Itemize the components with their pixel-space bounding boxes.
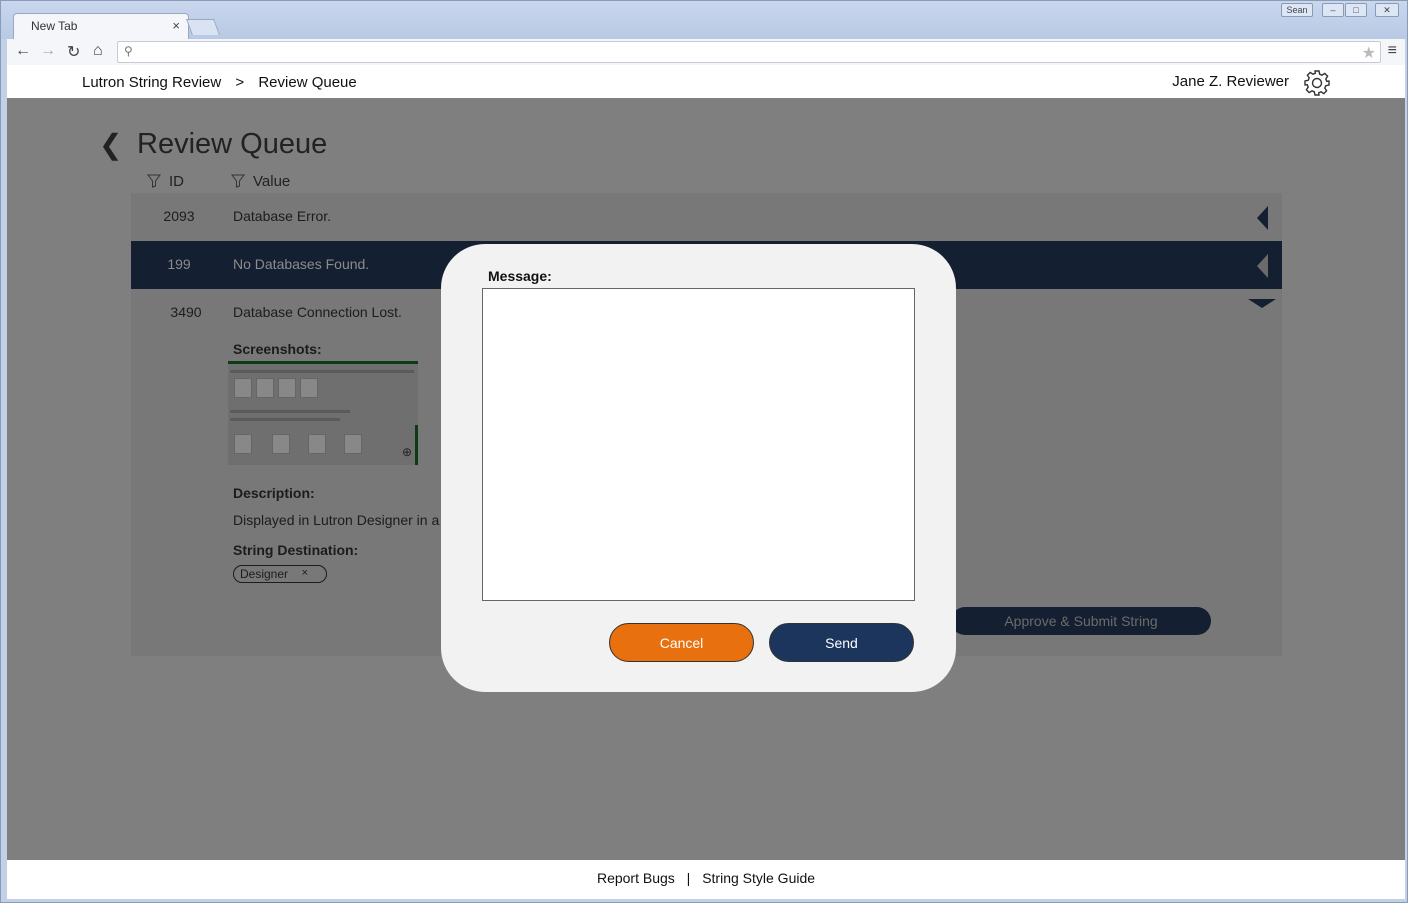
- browser-toolbar: ← → ↻ ⌂ ⚲ ★ ≡: [7, 39, 1405, 65]
- close-window-button[interactable]: ✕: [1375, 3, 1399, 17]
- approve-submit-button[interactable]: Approve & Submit String: [951, 607, 1211, 635]
- row-id: 2093: [163, 208, 195, 224]
- profile-button[interactable]: Sean: [1281, 3, 1313, 17]
- breadcrumb-root[interactable]: Lutron String Review: [82, 74, 221, 91]
- footer-separator: |: [686, 870, 691, 886]
- maximize-button[interactable]: □: [1345, 3, 1367, 17]
- back-icon[interactable]: ←: [15, 42, 31, 60]
- breadcrumb-current[interactable]: Review Queue: [258, 74, 356, 91]
- message-label: Message:: [488, 268, 552, 284]
- address-bar[interactable]: ⚲ ★: [117, 41, 1381, 63]
- row-value: Database Error.: [233, 208, 332, 224]
- destination-chip[interactable]: Designer ×: [233, 565, 327, 583]
- description-label: Description:: [233, 485, 315, 501]
- expand-arrow-icon[interactable]: [1257, 254, 1268, 278]
- browser-menu-icon[interactable]: ≡: [1388, 42, 1397, 60]
- browser-tab[interactable]: New Tab ×: [13, 13, 189, 39]
- column-header-id-label: ID: [169, 173, 184, 190]
- search-icon: ⚲: [124, 44, 133, 58]
- row-value: Database Connection Lost.: [233, 304, 402, 320]
- destination-chip-label: Designer: [240, 567, 289, 581]
- home-icon[interactable]: ⌂: [93, 42, 103, 60]
- column-header-value[interactable]: Value: [231, 173, 290, 190]
- reload-icon[interactable]: ↻: [67, 42, 80, 62]
- send-button[interactable]: Send: [769, 623, 914, 662]
- remove-chip-icon[interactable]: ×: [302, 567, 308, 579]
- message-dialog: Message: Cancel Send: [441, 244, 956, 692]
- row-id: 199: [167, 256, 191, 272]
- screenshots-label: Screenshots:: [233, 341, 322, 357]
- app-header: Lutron String Review > Review Queue Jane…: [7, 65, 1405, 98]
- title-bar: New Tab × Sean – □ ✕: [1, 1, 1407, 39]
- footer: Report Bugs | String Style Guide: [7, 860, 1405, 899]
- row-id: 3490: [170, 304, 202, 320]
- column-header-value-label: Value: [253, 173, 291, 190]
- message-textarea[interactable]: [482, 288, 915, 601]
- description-text: Displayed in Lutron Designer in a: [233, 512, 440, 528]
- cancel-button[interactable]: Cancel: [609, 623, 754, 662]
- style-guide-link[interactable]: String Style Guide: [702, 870, 815, 886]
- zoom-in-icon[interactable]: ⊕: [402, 445, 412, 459]
- report-bugs-link[interactable]: Report Bugs: [597, 870, 675, 886]
- page-title: Review Queue: [137, 128, 328, 160]
- minimize-button[interactable]: –: [1322, 3, 1344, 17]
- column-header-id[interactable]: ID: [147, 173, 184, 190]
- filter-icon[interactable]: [231, 174, 245, 188]
- breadcrumb-separator: >: [235, 74, 245, 91]
- new-tab-button[interactable]: [186, 19, 220, 35]
- collapse-arrow-icon[interactable]: [1248, 299, 1276, 308]
- row-value: No Databases Found.: [233, 256, 370, 272]
- tab-title: New Tab: [31, 19, 78, 33]
- tab-close-icon[interactable]: ×: [172, 18, 180, 33]
- filter-icon[interactable]: [147, 174, 161, 188]
- table-row[interactable]: 2093 Database Error.: [131, 193, 1282, 241]
- back-chevron-icon[interactable]: ❮: [99, 128, 122, 161]
- destination-label: String Destination:: [233, 542, 359, 558]
- settings-gear-icon[interactable]: [1303, 69, 1331, 97]
- breadcrumb: Lutron String Review > Review Queue: [82, 74, 367, 91]
- forward-icon[interactable]: →: [40, 42, 56, 60]
- screenshot-thumbnail[interactable]: ⊕: [228, 361, 418, 465]
- user-name[interactable]: Jane Z. Reviewer: [1172, 73, 1289, 90]
- bookmark-star-icon[interactable]: ★: [1362, 43, 1376, 63]
- expand-arrow-icon[interactable]: [1257, 206, 1268, 230]
